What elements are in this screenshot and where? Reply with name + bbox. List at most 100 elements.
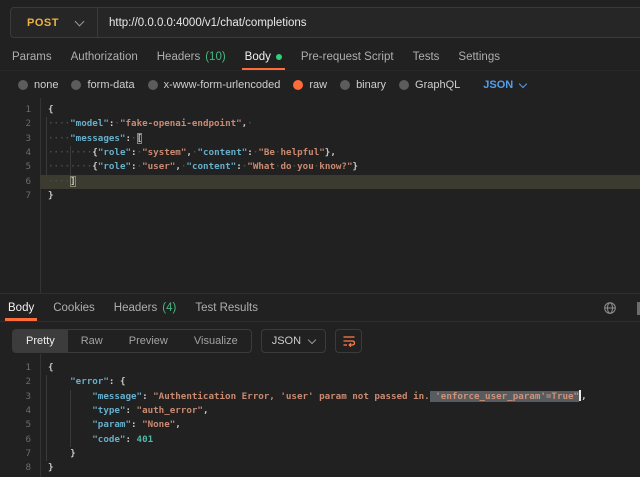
line-number: 4 <box>0 404 31 418</box>
code-token: , <box>175 419 181 430</box>
line-number: 2 <box>0 117 31 131</box>
body-mode-graphql[interactable]: GraphQL <box>399 79 460 91</box>
postman-window: POST http://0.0.0.0:4000/v1/chat/complet… <box>0 0 640 477</box>
code-token: : <box>125 405 136 416</box>
response-tab-cookies[interactable]: Cookies <box>53 294 95 321</box>
radio-icon <box>340 80 350 90</box>
tab-headers[interactable]: Headers (10) <box>157 44 226 70</box>
request-tabs: Params Authorization Headers (10) Body Pre-re… <box>0 44 640 71</box>
code-token: "role" <box>98 161 131 172</box>
body-mode-none[interactable]: none <box>18 79 58 91</box>
request-language-dropdown[interactable]: JSON <box>483 79 526 91</box>
code-token: "What <box>247 161 275 172</box>
code-token: · <box>247 118 253 129</box>
code-token: "messages" <box>70 133 125 144</box>
request-language-label: JSON <box>483 79 513 91</box>
tab-tests[interactable]: Tests <box>413 44 440 70</box>
line-number: 3 <box>0 390 31 404</box>
code-line: 4 "type": "auth_error", <box>0 404 640 418</box>
method-dropdown[interactable]: POST <box>11 17 97 29</box>
line-content: } <box>40 189 640 203</box>
code-token: ···· <box>48 118 70 129</box>
body-mode-x-www-form-urlencoded[interactable]: x-www-form-urlencoded <box>148 79 281 91</box>
line-content: } <box>40 447 640 461</box>
request-body-editor[interactable]: 1{2····"model":·"fake-openai-endpoint",·… <box>0 98 640 293</box>
code-token <box>48 376 70 387</box>
line-number: 7 <box>0 447 31 461</box>
line-number: 8 <box>0 461 31 475</box>
body-mode-raw[interactable]: raw <box>293 79 327 91</box>
request-url-bar: POST http://0.0.0.0:4000/v1/chat/complet… <box>10 7 640 38</box>
code-line: 8} <box>0 461 640 475</box>
tab-label: Headers <box>157 51 200 63</box>
radio-label: GraphQL <box>415 79 460 91</box>
code-token: "model" <box>70 118 109 129</box>
code-token: "content" <box>197 147 247 158</box>
view-preview[interactable]: Preview <box>116 330 181 352</box>
line-content: ····"messages":·[ <box>40 132 640 146</box>
tab-authorization[interactable]: Authorization <box>71 44 138 70</box>
tab-label: Authorization <box>71 51 138 63</box>
radio-label: raw <box>309 79 327 91</box>
code-token: { <box>48 104 54 115</box>
code-token <box>48 419 92 430</box>
view-visualize[interactable]: Visualize <box>181 330 251 352</box>
response-tab-body[interactable]: Body <box>8 294 34 321</box>
code-token: : { <box>109 376 126 387</box>
tab-body[interactable]: Body <box>245 44 282 70</box>
radio-icon <box>148 80 158 90</box>
url-input[interactable]: http://0.0.0.0:4000/v1/chat/completions <box>98 17 307 29</box>
line-content: ····] <box>40 175 640 189</box>
tab-count-badge: (4) <box>162 302 176 314</box>
tab-params[interactable]: Params <box>12 44 52 70</box>
code-token: }, <box>325 147 336 158</box>
code-token: : <box>131 419 142 430</box>
tab-label: Body <box>8 302 34 314</box>
response-view-toggle: PrettyRawPreviewVisualize <box>12 329 252 353</box>
tab-settings[interactable]: Settings <box>458 44 500 70</box>
body-mode-form-data[interactable]: form-data <box>71 79 134 91</box>
line-number: 6 <box>0 175 31 189</box>
code-token: : <box>142 391 153 402</box>
radio-icon <box>71 80 81 90</box>
response-tab-headers[interactable]: Headers(4) <box>114 294 177 321</box>
response-tab-test-results[interactable]: Test Results <box>195 294 258 321</box>
tab-label: Cookies <box>53 302 95 314</box>
response-body-editor[interactable]: 1{2 "error": {3 "message": "Authenticati… <box>0 354 640 477</box>
globe-icon[interactable] <box>603 301 617 315</box>
radio-icon <box>293 80 303 90</box>
code-token: "Authentication Error, 'user' param not … <box>153 391 430 402</box>
radio-label: none <box>34 79 58 91</box>
code-token: ········ <box>48 161 92 172</box>
code-token: [ <box>137 133 143 144</box>
view-raw[interactable]: Raw <box>68 330 116 352</box>
view-pretty[interactable]: Pretty <box>13 330 68 352</box>
code-line: 3 "message": "Authentication Error, 'use… <box>0 390 640 404</box>
line-number: 2 <box>0 375 31 389</box>
line-number: 6 <box>0 433 31 447</box>
code-token: { <box>48 362 54 373</box>
wrap-text-button[interactable] <box>335 329 362 353</box>
line-number: 1 <box>0 103 31 117</box>
code-token: helpful" <box>281 147 325 158</box>
response-language-dropdown[interactable]: JSON <box>261 329 326 353</box>
line-content: { <box>40 103 640 117</box>
code-token: "None" <box>142 419 175 430</box>
line-number: 5 <box>0 418 31 432</box>
code-token: "param" <box>92 419 131 430</box>
code-line: 2 "error": { <box>0 375 640 389</box>
wrap-text-icon <box>342 334 356 348</box>
radio-icon <box>399 80 409 90</box>
line-number: 5 <box>0 160 31 174</box>
line-content: "param": "None", <box>40 418 640 432</box>
body-mode-binary[interactable]: binary <box>340 79 386 91</box>
code-token: · <box>131 133 137 144</box>
code-token: } <box>70 448 76 459</box>
tab-label: Tests <box>413 51 440 63</box>
line-content: "message": "Authentication Error, 'user'… <box>40 390 640 404</box>
chevron-down-icon <box>75 16 85 26</box>
tab-pre-request-script[interactable]: Pre-request Script <box>301 44 394 70</box>
code-token: do <box>281 161 292 172</box>
code-token: "message" <box>92 391 142 402</box>
tab-count-badge: (10) <box>205 51 225 63</box>
